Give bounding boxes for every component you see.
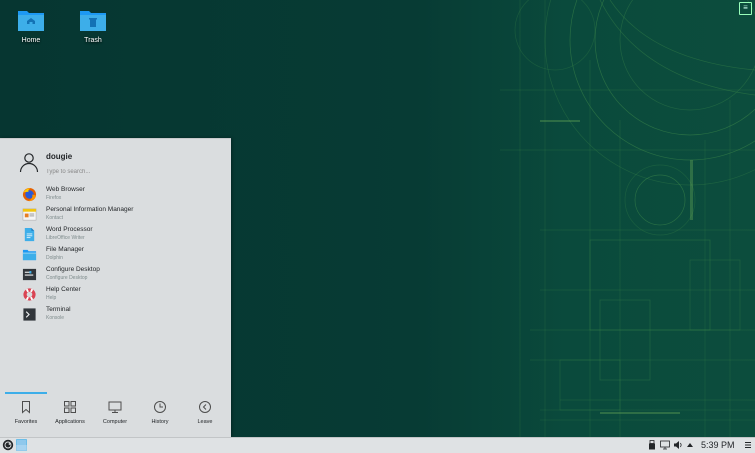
writer-icon bbox=[24, 227, 35, 242]
desktop-icon-trash[interactable]: Trash bbox=[68, 8, 118, 44]
app-subtitle: LibreOffice Writer bbox=[46, 235, 85, 241]
dolphin-icon bbox=[22, 249, 37, 261]
system-settings-icon bbox=[22, 268, 37, 281]
desktop-icon-home[interactable]: Home bbox=[6, 8, 56, 44]
tab-label: Computer bbox=[102, 419, 128, 425]
app-subtitle: Firefox bbox=[46, 195, 62, 201]
app-subtitle: Konsole bbox=[46, 315, 65, 321]
monitor-icon bbox=[108, 401, 122, 413]
system-tray-expand-icon[interactable] bbox=[686, 441, 694, 449]
digital-clock[interactable]: 5:39 PM bbox=[701, 440, 735, 450]
app-name: Help Center bbox=[46, 286, 81, 293]
tab-favorites[interactable]: Favorites bbox=[4, 392, 48, 432]
username: dougie bbox=[46, 152, 73, 161]
folder-home-icon bbox=[18, 11, 44, 31]
favorite-terminal[interactable]: Terminal Konsole bbox=[18, 305, 223, 324]
tab-history[interactable]: History bbox=[138, 392, 182, 432]
favorite-help-center[interactable]: Help Center Help bbox=[18, 285, 223, 304]
terminal-icon bbox=[23, 308, 36, 321]
bookmark-icon bbox=[22, 401, 30, 414]
app-subtitle: Dolphin bbox=[46, 255, 63, 261]
favorite-configure-desktop[interactable]: Configure Desktop Configure Desktop bbox=[18, 265, 223, 284]
tab-applications[interactable]: Applications bbox=[48, 392, 92, 432]
hamburger-icon: ≡ bbox=[743, 3, 748, 12]
tab-label: Applications bbox=[55, 419, 85, 425]
desktop-icon-label: Home bbox=[21, 37, 41, 44]
pager-desktop-icon[interactable] bbox=[16, 439, 27, 451]
user-avatar-icon bbox=[19, 153, 39, 173]
application-launcher-button[interactable] bbox=[2, 439, 14, 451]
grid-icon bbox=[64, 401, 76, 413]
app-subtitle: Help bbox=[46, 295, 57, 301]
tab-leave[interactable]: Leave bbox=[183, 392, 227, 432]
trash-folder-icon bbox=[80, 11, 106, 31]
clock-icon bbox=[154, 401, 166, 413]
desktop-toolbox-button[interactable]: ≡ bbox=[739, 2, 752, 15]
tab-computer[interactable]: Computer bbox=[93, 392, 137, 432]
app-name: Personal Information Manager bbox=[46, 206, 134, 213]
leave-arrow-icon bbox=[199, 401, 211, 413]
app-name: File Manager bbox=[46, 246, 84, 253]
app-subtitle: Kontact bbox=[46, 215, 63, 221]
favorite-word-processor[interactable]: Word Processor LibreOffice Writer bbox=[18, 225, 223, 244]
app-name: Terminal bbox=[46, 306, 71, 313]
app-name: Configure Desktop bbox=[46, 266, 100, 273]
tab-label: History bbox=[151, 419, 169, 425]
kontact-icon bbox=[22, 208, 37, 221]
tab-label: Favorites bbox=[14, 419, 38, 425]
favorite-web-browser[interactable]: Web Browser Firefox bbox=[18, 185, 223, 204]
help-lifebuoy-icon bbox=[23, 288, 36, 301]
app-name: Web Browser bbox=[46, 186, 85, 193]
app-name: Word Processor bbox=[46, 226, 93, 233]
app-subtitle: Configure Desktop bbox=[46, 275, 88, 281]
search-input[interactable] bbox=[46, 169, 216, 175]
firefox-icon bbox=[22, 187, 37, 202]
taskbar-panel: 5:39 PM bbox=[0, 437, 755, 453]
usb-drive-icon[interactable] bbox=[647, 440, 657, 450]
favorite-personal-information-manager[interactable]: Personal Information Manager Kontact bbox=[18, 205, 223, 224]
volume-icon[interactable] bbox=[673, 440, 683, 450]
network-display-icon[interactable] bbox=[660, 440, 670, 450]
panel-hamburger-icon[interactable] bbox=[744, 441, 752, 449]
favorite-file-manager[interactable]: File Manager Dolphin bbox=[18, 245, 223, 264]
application-launcher: dougie Web Browser Firefox Personal Info… bbox=[0, 138, 231, 438]
tab-label: Leave bbox=[197, 419, 213, 425]
desktop-icon-label: Trash bbox=[84, 37, 102, 44]
